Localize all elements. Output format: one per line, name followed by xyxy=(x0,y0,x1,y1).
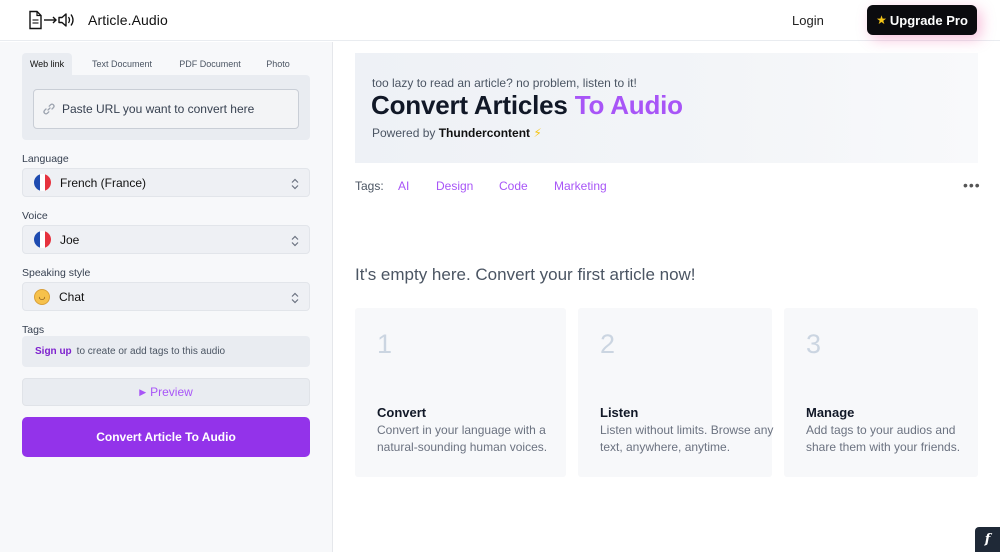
step-number: 3 xyxy=(806,329,822,359)
france-flag-icon xyxy=(34,231,51,248)
upgrade-pro-button[interactable]: ★ Upgrade Pro xyxy=(867,5,977,35)
convert-article-button[interactable]: Convert Article To Audio xyxy=(22,417,310,457)
tab-photo[interactable]: Photo xyxy=(248,53,308,75)
tags-signup-text: to create or add tags to this audio xyxy=(76,346,226,357)
logo-text: Article.Audio xyxy=(88,12,168,28)
play-icon: ▶ xyxy=(139,386,147,397)
empty-state-title: It's empty here. Convert your first arti… xyxy=(355,265,696,284)
speaking-style-label: Speaking style xyxy=(22,267,91,279)
web-link-panel xyxy=(22,75,310,140)
tag-marketing[interactable]: Marketing xyxy=(554,179,607,193)
document-to-speaker-icon xyxy=(28,10,78,30)
voice-value: Joe xyxy=(60,232,80,247)
top-header: Article.Audio Login ★ Upgrade Pro xyxy=(0,0,1000,41)
step-card-manage: 3 Manage Add tags to your audios and sha… xyxy=(784,308,978,477)
language-select[interactable]: French (France) xyxy=(22,168,310,197)
voice-label: Voice xyxy=(22,210,48,222)
star-icon: ★ xyxy=(876,13,887,27)
speaking-style-select[interactable]: ◡ Chat xyxy=(22,282,310,311)
select-chevrons-icon xyxy=(291,177,299,190)
select-chevrons-icon xyxy=(291,291,299,304)
tags-filter-row: Tags: AI Design Code Marketing xyxy=(355,179,978,195)
framer-badge-icon[interactable]: f xyxy=(975,527,1000,552)
speaking-style-value: Chat xyxy=(59,289,85,304)
more-options-icon[interactable]: ••• xyxy=(963,178,981,192)
step-card-convert: 1 Convert Convert in your language with … xyxy=(355,308,566,477)
step-title: Manage xyxy=(806,405,855,420)
smiling-face-icon: ◡ xyxy=(34,288,50,305)
tab-text-document[interactable]: Text Document xyxy=(72,53,172,75)
source-tabs: Web link Text Document PDF Document Phot… xyxy=(22,53,310,75)
language-label: Language xyxy=(22,153,69,165)
tag-ai[interactable]: AI xyxy=(398,179,409,193)
link-icon xyxy=(42,102,56,116)
step-card-listen: 2 Listen Listen without limits. Browse a… xyxy=(578,308,774,477)
hero-tagline: too lazy to read an article? no problem,… xyxy=(372,76,637,90)
step-title: Listen xyxy=(600,405,639,420)
powered-by: Powered by Thundercontent ⚡ xyxy=(372,126,542,140)
tags-row-label: Tags: xyxy=(355,179,384,193)
url-input[interactable] xyxy=(62,102,282,116)
preview-button[interactable]: ▶ Preview xyxy=(22,378,310,406)
tab-pdf-document[interactable]: PDF Document xyxy=(172,53,248,75)
powered-brand[interactable]: Thundercontent xyxy=(439,126,530,140)
lightning-icon: ⚡ xyxy=(533,126,542,140)
tags-label: Tags xyxy=(22,324,45,336)
login-link[interactable]: Login xyxy=(792,13,824,28)
app-logo[interactable]: Article.Audio xyxy=(28,10,168,30)
step-description: Listen without limits. Browse any text, … xyxy=(600,423,774,454)
tab-web-link[interactable]: Web link xyxy=(22,53,72,75)
select-chevrons-icon xyxy=(291,234,299,247)
france-flag-icon xyxy=(34,174,51,191)
hero-title-main: Convert Articles xyxy=(371,90,568,120)
step-number: 2 xyxy=(600,329,616,359)
voice-select[interactable]: Joe xyxy=(22,225,310,254)
hero-title: Convert Articles To Audio xyxy=(371,90,683,121)
tag-code[interactable]: Code xyxy=(499,179,528,193)
sidebar: Web link Text Document PDF Document Phot… xyxy=(0,42,333,552)
tags-signup-box: Sign up to create or add tags to this au… xyxy=(22,336,310,367)
step-number: 1 xyxy=(377,329,393,359)
step-title: Convert xyxy=(377,405,427,420)
sign-up-link[interactable]: Sign up xyxy=(35,346,72,357)
language-value: French (France) xyxy=(60,175,147,190)
preview-label: Preview xyxy=(150,385,193,399)
url-input-wrapper[interactable] xyxy=(33,89,299,129)
hero-banner: too lazy to read an article? no problem,… xyxy=(355,53,978,163)
powered-prefix: Powered by xyxy=(372,126,436,140)
step-description: Add tags to your audios and share them w… xyxy=(806,423,961,454)
tag-design[interactable]: Design xyxy=(436,179,473,193)
hero-title-accent: To Audio xyxy=(574,90,683,120)
step-description: Convert in your language with a natural-… xyxy=(377,423,548,454)
upgrade-pro-label: Upgrade Pro xyxy=(889,12,968,28)
